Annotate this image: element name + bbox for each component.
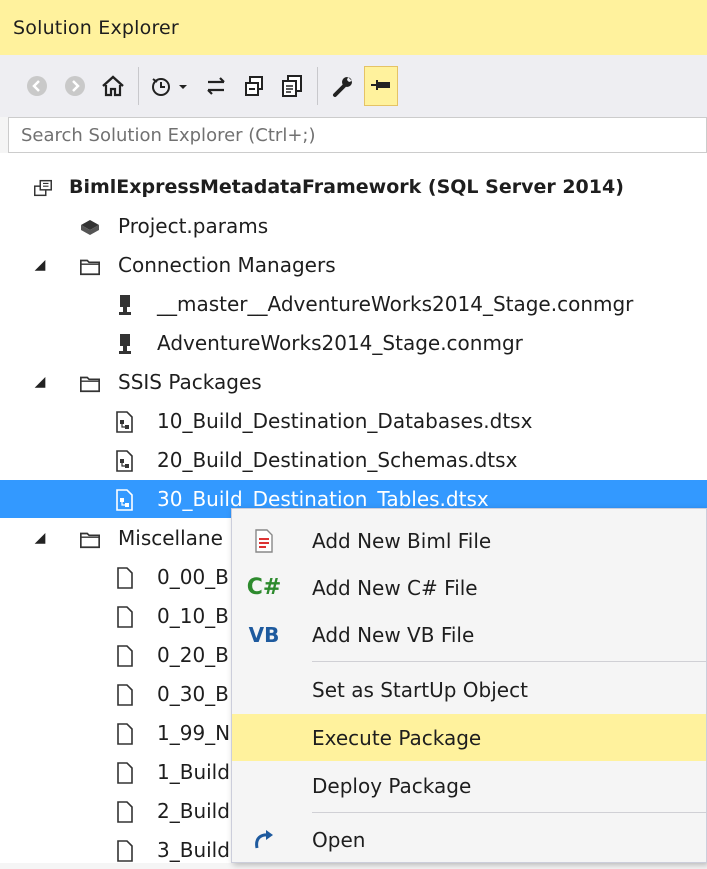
panel-title: Solution Explorer xyxy=(0,0,707,55)
menu-item-add-biml-file[interactable]: Add New Biml File xyxy=(232,517,706,564)
file-icon xyxy=(114,606,136,628)
menu-item-label: Execute Package xyxy=(312,725,482,750)
tree-item-label: 20_Build_Destination_Schemas.dtsx xyxy=(157,448,518,472)
file-icon xyxy=(114,567,136,589)
pin-icon xyxy=(371,80,390,90)
pending-changes-icon xyxy=(152,78,187,96)
back-button[interactable] xyxy=(20,66,54,106)
tree-item-project-params[interactable]: Project.params xyxy=(0,207,707,245)
menu-item-add-vb-file[interactable]: VB Add New VB File xyxy=(232,611,706,658)
preview-selected-items-button[interactable] xyxy=(364,66,398,106)
menu-separator xyxy=(312,812,706,813)
expanded-arrow-icon[interactable]: ◢ xyxy=(33,530,47,546)
tree-item-ssis-packages[interactable]: ◢ SSIS Packages xyxy=(0,363,707,401)
dtsx-package-icon xyxy=(114,489,136,511)
csharp-icon: C# xyxy=(246,575,282,600)
tree-item-label: BimlExpressMetadataFramework (SQL Server… xyxy=(69,176,624,198)
sync-icon xyxy=(207,77,225,95)
tree-item-label: 0_30_B xyxy=(157,682,229,706)
show-all-files-icon xyxy=(282,75,302,97)
tree-item-label: 1_99_N xyxy=(157,721,231,745)
tree-item-label: 3_Build xyxy=(157,838,230,862)
tree-item-label: Miscellane xyxy=(118,526,223,550)
ssis-project-icon xyxy=(32,177,54,199)
forward-button[interactable] xyxy=(58,66,92,106)
tree-item-conmgr[interactable]: AdventureWorks2014_Stage.conmgr xyxy=(0,324,707,362)
tree-item-connection-managers[interactable]: ◢ Connection Managers xyxy=(0,246,707,284)
file-icon xyxy=(114,762,136,784)
connection-manager-icon xyxy=(114,333,136,355)
menu-item-set-startup[interactable]: Set as StartUp Object xyxy=(232,666,706,713)
folder-icon xyxy=(79,528,101,550)
folder-icon xyxy=(79,255,101,277)
context-menu: Add New Biml File C# Add New C# File VB … xyxy=(231,508,707,863)
show-all-files-button[interactable] xyxy=(275,66,309,106)
tree-item-package[interactable]: 10_Build_Destination_Databases.dtsx xyxy=(0,402,707,440)
menu-item-open[interactable]: Open xyxy=(232,816,706,863)
menu-item-label: Add New Biml File xyxy=(312,528,492,553)
file-icon xyxy=(114,645,136,667)
file-icon xyxy=(114,723,136,745)
collapse-all-button[interactable] xyxy=(237,66,271,106)
home-icon xyxy=(102,75,124,97)
toolbar-separator xyxy=(317,67,318,105)
expanded-arrow-icon[interactable]: ◢ xyxy=(33,374,47,390)
connection-manager-icon xyxy=(114,294,136,316)
dtsx-package-icon xyxy=(114,411,136,433)
dtsx-package-icon xyxy=(114,450,136,472)
menu-item-label: Deploy Package xyxy=(312,773,472,798)
tree-item-label: 1_Build xyxy=(157,760,230,784)
biml-file-icon xyxy=(246,526,282,556)
tree-item-label: __master__AdventureWorks2014_Stage.conmg… xyxy=(157,292,634,316)
menu-item-label: Add New VB File xyxy=(312,622,475,647)
tree-item-label: 10_Build_Destination_Databases.dtsx xyxy=(157,409,533,433)
file-icon xyxy=(114,684,136,706)
home-button[interactable] xyxy=(96,66,130,106)
tree-item-label: 0_10_B xyxy=(157,604,229,628)
back-icon xyxy=(27,76,47,96)
properties-button[interactable] xyxy=(326,66,360,106)
search-box[interactable] xyxy=(8,117,707,153)
tree-item-label: 0_00_B xyxy=(157,565,229,589)
tree-item-label: SSIS Packages xyxy=(118,370,262,394)
collapse-all-icon xyxy=(245,76,263,96)
menu-item-label: Open xyxy=(312,827,366,852)
panel-title-text: Solution Explorer xyxy=(13,16,179,39)
tree-item-label: 0_20_B xyxy=(157,643,229,667)
menu-item-add-csharp-file[interactable]: C# Add New C# File xyxy=(232,564,706,611)
tree-item-label: Project.params xyxy=(118,214,269,238)
toolbar xyxy=(0,55,707,117)
menu-item-execute-package[interactable]: Execute Package xyxy=(232,714,706,761)
sync-button[interactable] xyxy=(199,66,233,106)
vb-icon: VB xyxy=(248,622,280,647)
file-icon xyxy=(114,840,136,862)
menu-item-label: Add New C# File xyxy=(312,575,478,600)
search-input[interactable] xyxy=(19,123,706,147)
tree-item-conmgr[interactable]: __master__AdventureWorks2014_Stage.conmg… xyxy=(0,285,707,323)
pending-changes-button[interactable] xyxy=(147,66,195,106)
params-icon xyxy=(79,216,101,238)
properties-wrench-icon xyxy=(333,77,352,97)
folder-icon xyxy=(79,372,101,394)
file-icon xyxy=(114,801,136,823)
tree-item-project[interactable]: BimlExpressMetadataFramework (SQL Server… xyxy=(0,168,707,206)
menu-separator xyxy=(312,661,706,662)
tree-item-package[interactable]: 20_Build_Destination_Schemas.dtsx xyxy=(0,441,707,479)
open-icon xyxy=(246,825,282,855)
menu-item-deploy-package[interactable]: Deploy Package xyxy=(232,762,706,809)
tree-item-label: Connection Managers xyxy=(118,253,336,277)
menu-item-label: Set as StartUp Object xyxy=(312,677,528,702)
forward-icon xyxy=(65,76,85,96)
tree-item-label: AdventureWorks2014_Stage.conmgr xyxy=(157,331,523,355)
expanded-arrow-icon[interactable]: ◢ xyxy=(33,257,47,273)
toolbar-separator xyxy=(138,67,139,105)
tree-item-label: 2_Build xyxy=(157,799,230,823)
